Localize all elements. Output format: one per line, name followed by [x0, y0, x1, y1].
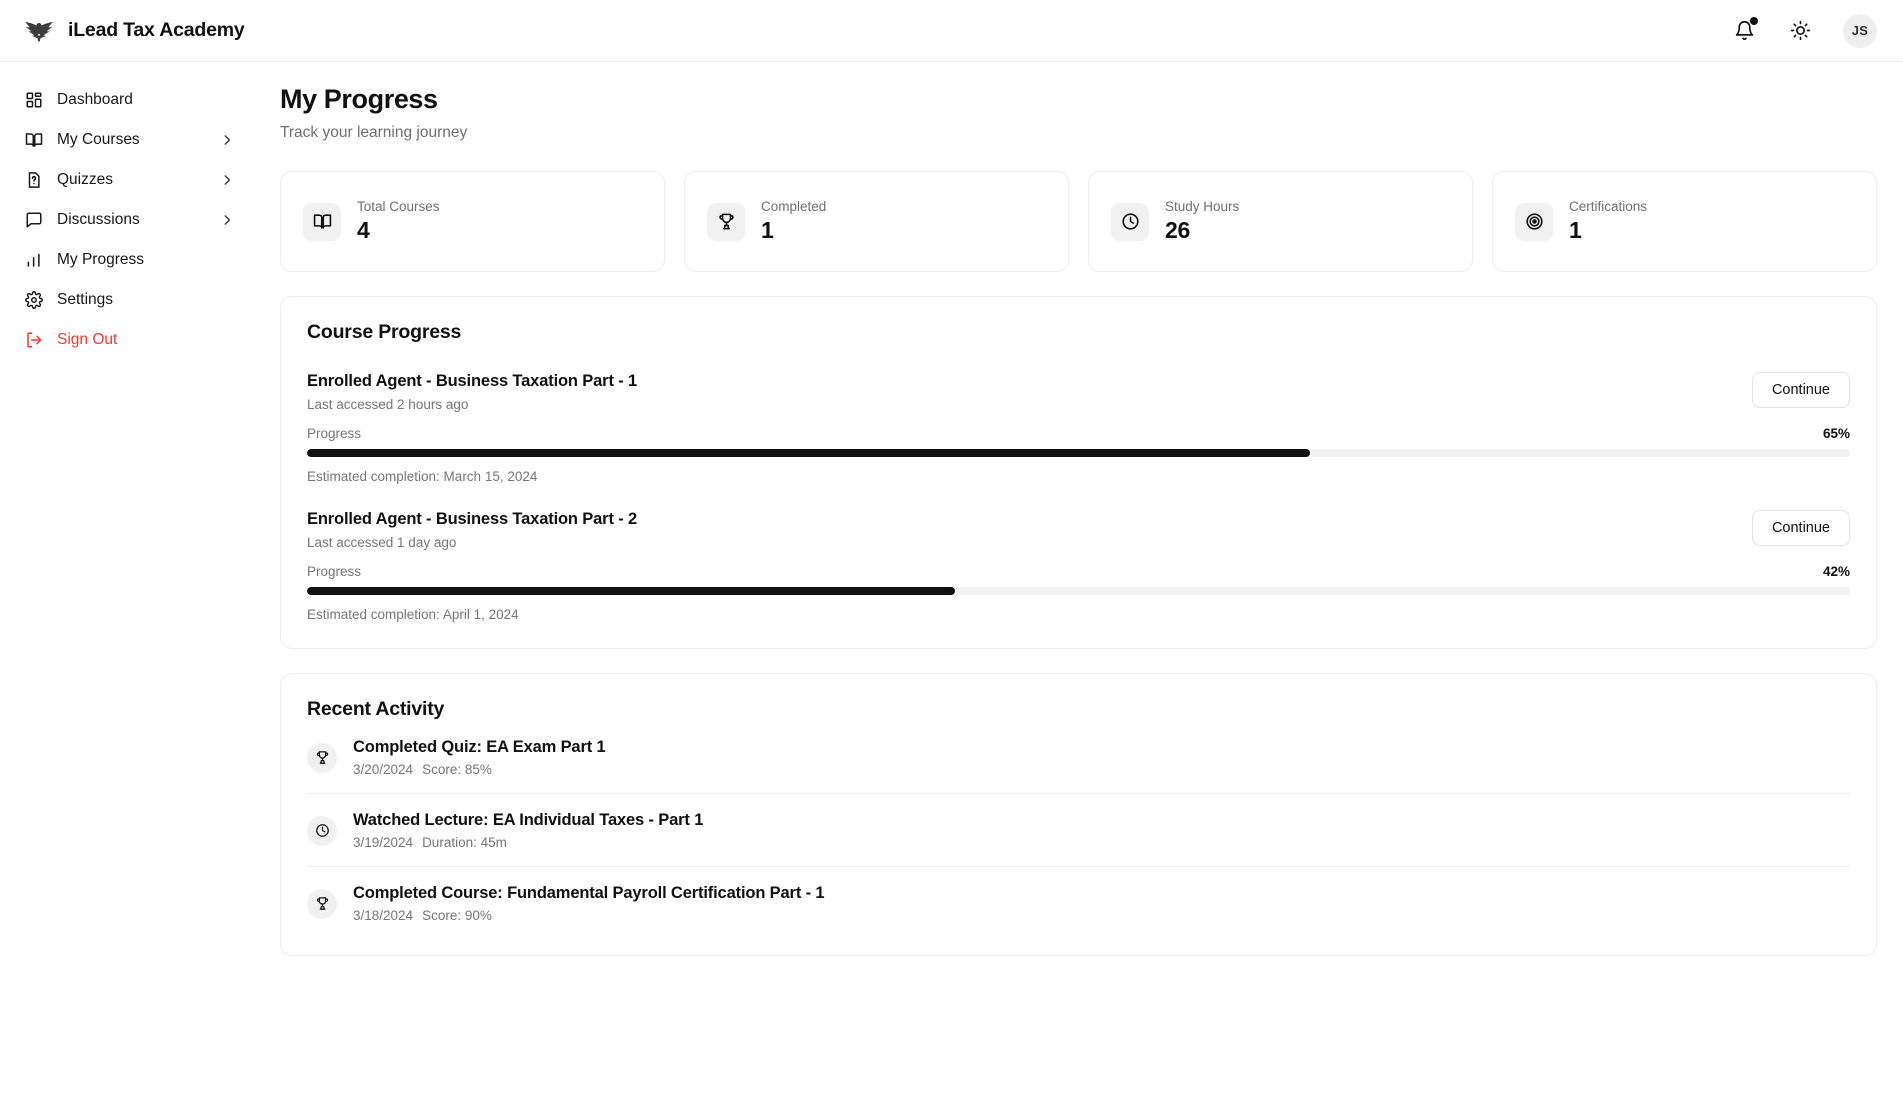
activity-meta: 3/20/2024 Score: 85%	[353, 762, 606, 777]
bar-chart-icon	[24, 251, 43, 270]
stats-row: Total Courses 4 Completed 1	[280, 171, 1877, 272]
trophy-icon	[307, 743, 337, 773]
continue-button[interactable]: Continue	[1752, 510, 1850, 546]
clock-icon	[307, 816, 337, 846]
course-last-accessed: Last accessed 1 day ago	[307, 535, 637, 550]
sidebar-item-label: My Progress	[57, 251, 234, 269]
course-progress-panel: Course Progress Enrolled Agent - Busines…	[280, 296, 1877, 649]
progress-percent: 42%	[1823, 564, 1850, 579]
activity-title: Completed Quiz: EA Exam Part 1	[353, 738, 606, 757]
panel-title: Course Progress	[307, 321, 1850, 344]
activity-detail: Score: 85%	[422, 762, 492, 777]
clock-icon	[1111, 203, 1149, 241]
activity-item[interactable]: Completed Quiz: EA Exam Part 1 3/20/2024…	[307, 721, 1850, 794]
stat-label: Total Courses	[357, 199, 440, 214]
stat-value: 4	[357, 217, 440, 244]
stat-label: Study Hours	[1165, 199, 1239, 214]
course-row: Enrolled Agent - Business Taxation Part …	[307, 484, 1850, 622]
activity-meta: 3/19/2024 Duration: 45m	[353, 835, 703, 850]
course-name: Enrolled Agent - Business Taxation Part …	[307, 510, 637, 529]
sidebar-item-dashboard[interactable]: Dashboard	[14, 80, 244, 120]
sidebar-item-my-courses[interactable]: My Courses	[14, 120, 244, 160]
activity-item[interactable]: Watched Lecture: EA Individual Taxes - P…	[307, 794, 1850, 867]
trophy-icon	[307, 889, 337, 919]
progress-bar-track	[307, 587, 1850, 595]
gear-icon	[24, 291, 43, 310]
activity-detail: Duration: 45m	[422, 835, 507, 850]
notification-dot	[1750, 17, 1758, 25]
activity-meta: 3/18/2024 Score: 90%	[353, 908, 824, 923]
stat-label: Certifications	[1569, 199, 1647, 214]
sidebar-item-label: My Courses	[57, 131, 206, 149]
stat-value: 26	[1165, 217, 1239, 244]
target-icon	[1515, 203, 1553, 241]
sidebar-item-label: Dashboard	[57, 91, 234, 109]
chevron-right-icon[interactable]	[220, 173, 234, 187]
logout-icon	[24, 331, 43, 350]
activity-date: 3/18/2024	[353, 908, 413, 923]
progress-label: Progress	[307, 426, 361, 441]
estimated-completion: Estimated completion: April 1, 2024	[307, 607, 1850, 622]
brand[interactable]: iLead Tax Academy	[22, 16, 245, 46]
stat-value: 1	[1569, 217, 1647, 244]
chevron-right-icon[interactable]	[220, 213, 234, 227]
panel-title: Recent Activity	[307, 698, 1850, 721]
header-actions: JS	[1731, 14, 1877, 48]
main-content: My Progress Track your learning journey …	[258, 62, 1903, 1118]
sidebar-item-label: Discussions	[57, 211, 206, 229]
sidebar-item-sign-out[interactable]: Sign Out	[14, 320, 244, 360]
page-title: My Progress	[280, 84, 1877, 115]
sidebar-item-discussions[interactable]: Discussions	[14, 200, 244, 240]
stat-label: Completed	[761, 199, 826, 214]
stat-card-certifications: Certifications 1	[1492, 171, 1877, 272]
book-open-icon	[303, 203, 341, 241]
eagle-logo-icon	[22, 16, 56, 46]
sidebar: Dashboard My Courses Qui	[0, 62, 258, 1118]
recent-activity-panel: Recent Activity Completed Quiz: EA Exam …	[280, 673, 1877, 956]
sidebar-item-quizzes[interactable]: Quizzes	[14, 160, 244, 200]
chevron-right-icon[interactable]	[220, 133, 234, 147]
bell-icon[interactable]	[1731, 18, 1757, 44]
sidebar-item-settings[interactable]: Settings	[14, 280, 244, 320]
continue-button[interactable]: Continue	[1752, 372, 1850, 408]
activity-date: 3/19/2024	[353, 835, 413, 850]
stat-card-total-courses: Total Courses 4	[280, 171, 665, 272]
sidebar-item-label: Sign Out	[57, 331, 234, 349]
progress-percent: 65%	[1823, 426, 1850, 441]
page-subtitle: Track your learning journey	[280, 124, 1877, 142]
course-name: Enrolled Agent - Business Taxation Part …	[307, 372, 637, 391]
grid-icon	[24, 91, 43, 110]
stat-value: 1	[761, 217, 826, 244]
message-square-icon	[24, 211, 43, 230]
activity-title: Watched Lecture: EA Individual Taxes - P…	[353, 811, 703, 830]
progress-bar-fill	[307, 449, 1310, 457]
activity-date: 3/20/2024	[353, 762, 413, 777]
sidebar-item-my-progress[interactable]: My Progress	[14, 240, 244, 280]
sidebar-item-label: Quizzes	[57, 171, 206, 189]
activity-title: Completed Course: Fundamental Payroll Ce…	[353, 884, 824, 903]
course-row: Enrolled Agent - Business Taxation Part …	[307, 344, 1850, 484]
book-open-icon	[24, 131, 43, 150]
sun-icon[interactable]	[1787, 18, 1813, 44]
activity-detail: Score: 90%	[422, 908, 492, 923]
activity-item[interactable]: Completed Course: Fundamental Payroll Ce…	[307, 867, 1850, 929]
app-header: iLead Tax Academy JS	[0, 0, 1903, 62]
progress-bar-track	[307, 449, 1850, 457]
avatar[interactable]: JS	[1843, 14, 1877, 48]
sidebar-item-label: Settings	[57, 291, 234, 309]
brand-name: iLead Tax Academy	[68, 19, 245, 42]
file-question-icon	[24, 171, 43, 190]
stat-card-study-hours: Study Hours 26	[1088, 171, 1473, 272]
progress-label: Progress	[307, 564, 361, 579]
trophy-icon	[707, 203, 745, 241]
course-last-accessed: Last accessed 2 hours ago	[307, 397, 637, 412]
stat-card-completed: Completed 1	[684, 171, 1069, 272]
estimated-completion: Estimated completion: March 15, 2024	[307, 469, 1850, 484]
progress-bar-fill	[307, 587, 955, 595]
